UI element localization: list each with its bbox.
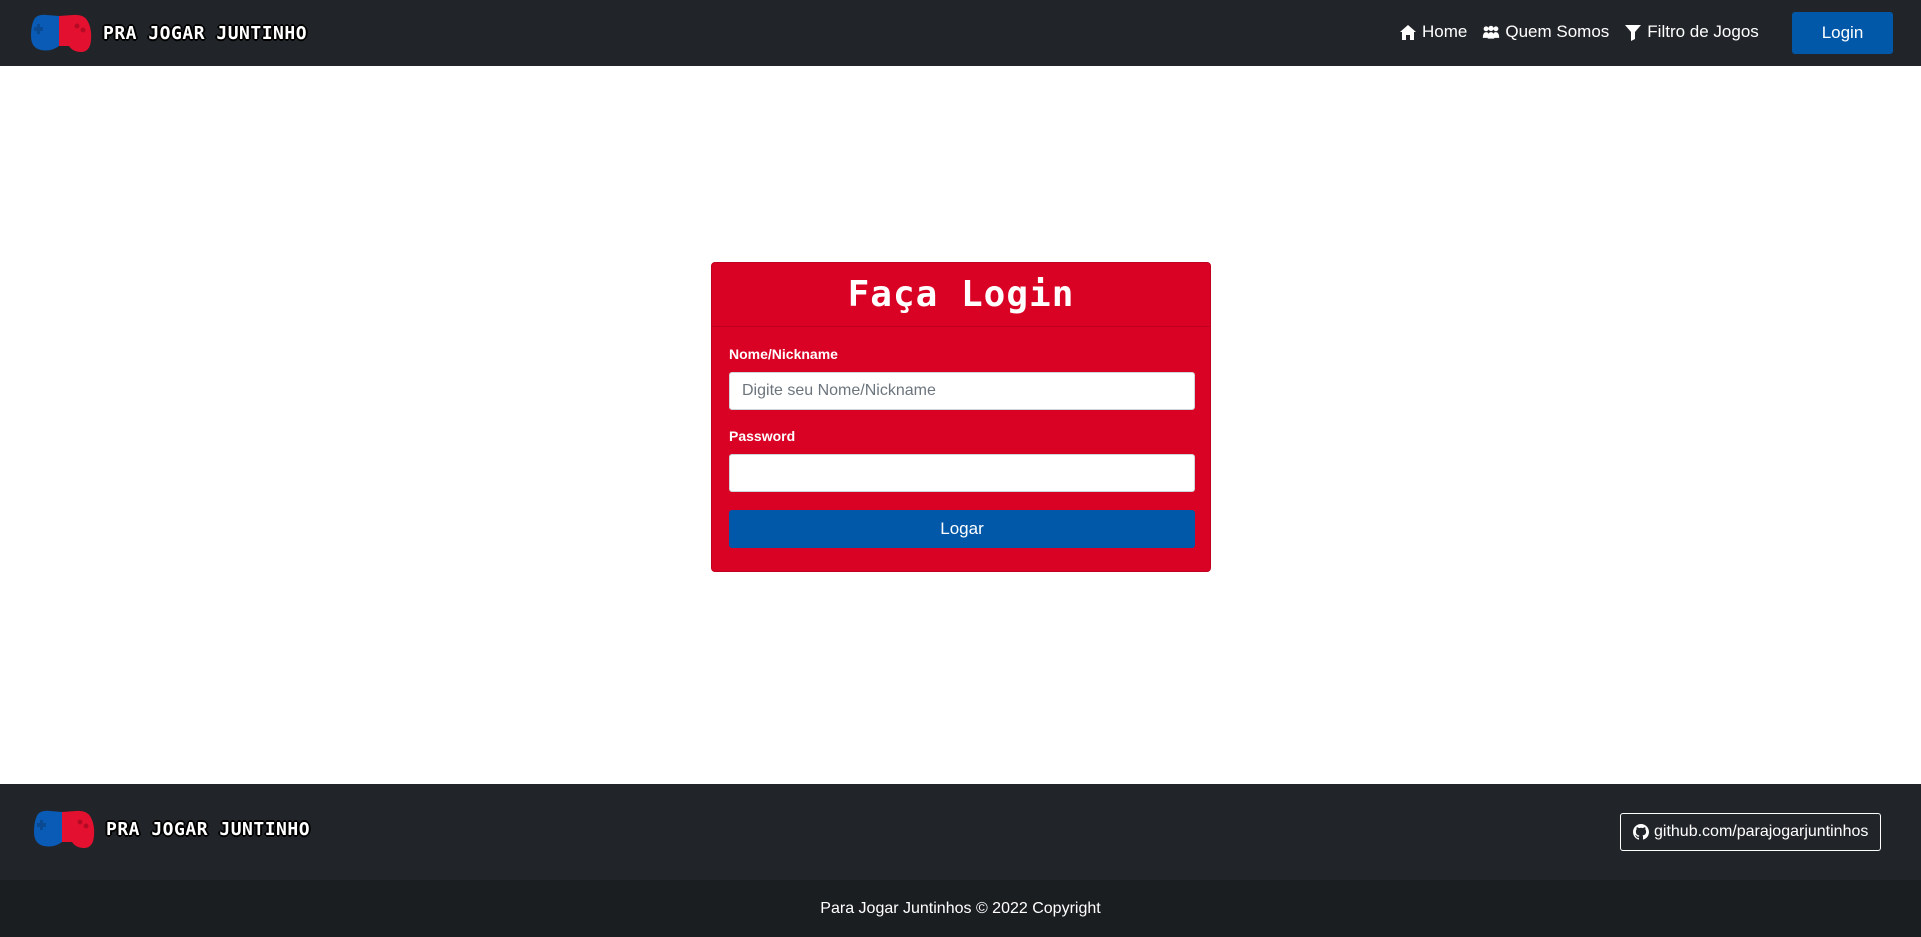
brand-name: PRA JOGAR JUNTINHO <box>103 22 308 44</box>
nav-item-filtro-de-jogos[interactable]: Filtro de Jogos <box>1624 22 1759 42</box>
nav-item-label: Quem Somos <box>1505 22 1610 41</box>
password-input[interactable] <box>729 454 1195 492</box>
password-label: Password <box>729 428 796 444</box>
gamepad-logo-icon <box>34 810 95 848</box>
navbar: PRA JOGAR JUNTINHO Home Quem Somos Filtr… <box>0 0 1921 66</box>
home-icon <box>1400 24 1416 40</box>
gamepad-logo-icon <box>31 14 92 52</box>
username-input[interactable] <box>729 372 1195 410</box>
copyright-text: Para Jogar Juntinhos © 2022 Copyright <box>820 899 1101 917</box>
github-icon <box>1633 824 1649 840</box>
github-link-label: github.com/parajogarjuntinhos <box>1654 823 1869 840</box>
login-title: Faça Login <box>847 274 1075 315</box>
nav-item-label: Home <box>1422 22 1468 41</box>
login-card: Faça Login Nome/Nickname Password Logar <box>711 262 1211 572</box>
footer-top: PRA JOGAR JUNTINHO github.com/parajogarj… <box>0 784 1921 880</box>
username-field-group: Nome/Nickname <box>729 346 1195 410</box>
login-button[interactable]: Login <box>1792 12 1893 54</box>
nav-item-label: Filtro de Jogos <box>1647 22 1759 41</box>
username-label: Nome/Nickname <box>729 346 838 362</box>
nav-item-quem-somos[interactable]: Quem Somos <box>1482 22 1609 42</box>
password-field-group: Password <box>729 428 1195 492</box>
footer-brand-name: PRA JOGAR JUNTINHO <box>106 818 311 840</box>
main-nav: Home Quem Somos Filtro de Jogos <box>1399 22 1774 42</box>
github-link[interactable]: github.com/parajogarjuntinhos <box>1620 813 1882 851</box>
brand-home-link[interactable]: PRA JOGAR JUNTINHO <box>29 12 307 54</box>
footer-brand: PRA JOGAR JUNTINHO <box>32 808 310 850</box>
logar-button[interactable]: Logar <box>729 510 1195 548</box>
footer-bottom: Para Jogar Juntinhos © 2022 Copyright <box>0 880 1921 937</box>
nav-item-home[interactable]: Home <box>1399 22 1467 42</box>
users-icon <box>1483 25 1500 39</box>
filter-icon <box>1625 24 1642 41</box>
login-card-header: Faça Login <box>712 263 1210 327</box>
login-form: Nome/Nickname Password Logar <box>712 327 1210 548</box>
